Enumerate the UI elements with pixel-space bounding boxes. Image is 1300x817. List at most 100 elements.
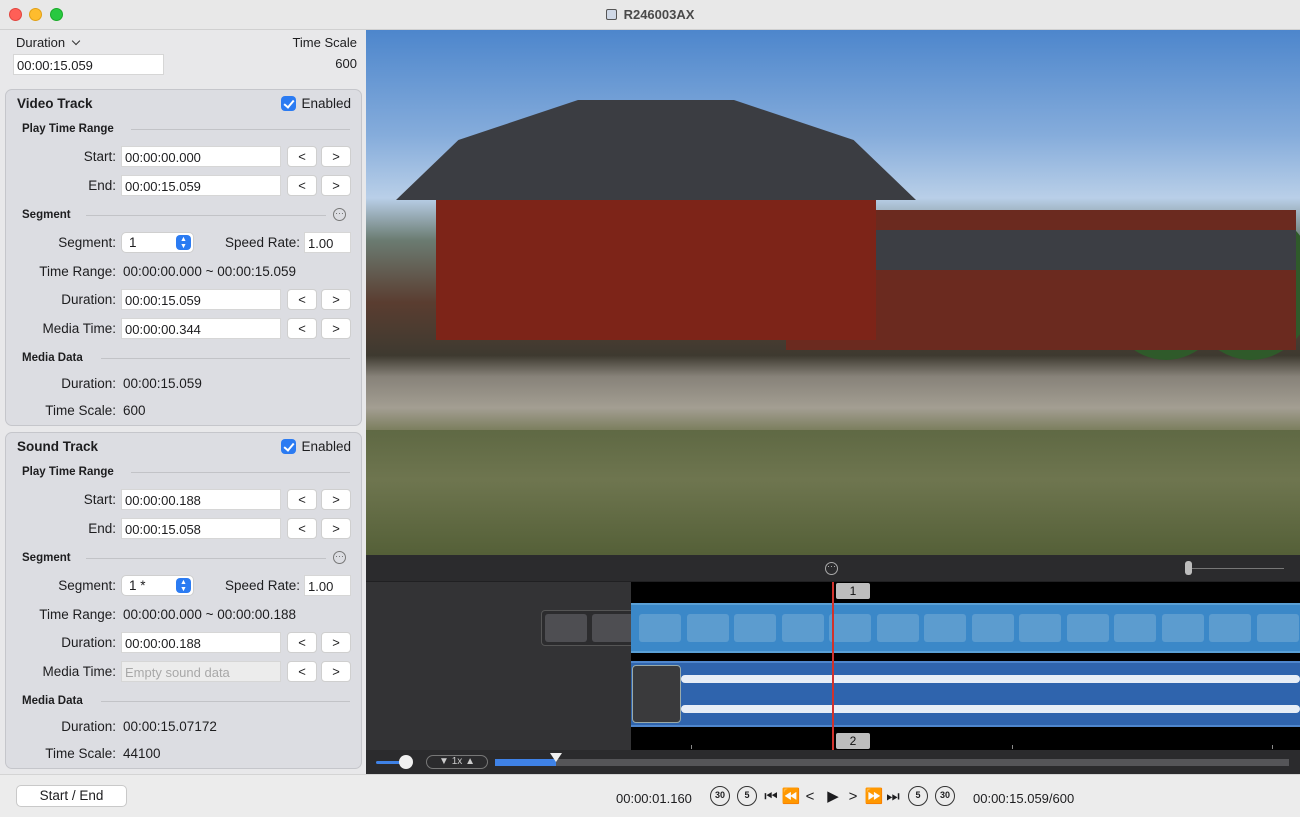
sound-end-prev-button[interactable]: < xyxy=(287,518,317,539)
skip-forward-5-icon[interactable]: 5 xyxy=(908,786,928,806)
segment-marker-1[interactable]: 1 xyxy=(836,583,870,599)
sound-end-next-button[interactable]: > xyxy=(321,518,351,539)
stepper-arrows-icon[interactable]: ▲ ▼ xyxy=(176,235,191,250)
audio-clip-thumbnail[interactable] xyxy=(632,665,681,723)
tick xyxy=(1012,745,1013,749)
video-duration-next-button[interactable]: > xyxy=(321,289,351,310)
title-bar: R246003AX xyxy=(0,0,1300,30)
video-frame xyxy=(1256,614,1299,642)
sound-duration-field[interactable]: 00:00:00.188 xyxy=(121,632,281,653)
video-media-time-prev-button[interactable]: < xyxy=(287,318,317,339)
video-track-box: Video Track Enabled Play Time Range Star… xyxy=(5,89,362,426)
progress-fill xyxy=(495,759,557,766)
progress-track[interactable] xyxy=(495,759,1289,766)
video-speed-rate-field[interactable]: 1.00 xyxy=(304,232,351,253)
video-segment-label: Segment: xyxy=(58,235,116,250)
skip-forward-30-icon[interactable]: 30 xyxy=(935,786,955,806)
video-end-field[interactable]: 00:00:15.059 xyxy=(121,175,281,196)
sound-media-time-prev-button[interactable]: < xyxy=(287,661,317,682)
video-duration-prev-button[interactable]: < xyxy=(287,289,317,310)
audio-track-lane[interactable] xyxy=(631,661,1300,727)
video-frame xyxy=(545,614,587,642)
rate-up-icon[interactable]: ▲ xyxy=(465,756,475,767)
video-speed-rate-label: Speed Rate: xyxy=(224,235,300,250)
sound-start-field[interactable]: 00:00:00.188 xyxy=(121,489,281,510)
video-segment-header: Segment xyxy=(22,209,71,221)
video-play-time-range-header: Play Time Range xyxy=(22,123,114,135)
volume-knob-icon[interactable] xyxy=(399,755,413,769)
sound-speed-rate-field[interactable]: 1.00 xyxy=(304,575,351,596)
sound-duration-next-button[interactable]: > xyxy=(321,632,351,653)
progress-knob-icon[interactable] xyxy=(550,753,563,762)
video-frame xyxy=(876,614,919,642)
sound-end-field[interactable]: 00:00:15.058 xyxy=(121,518,281,539)
step-forward-icon[interactable]: > xyxy=(846,786,860,808)
fast-forward-icon[interactable]: ⏩ xyxy=(864,786,884,808)
video-media-time-next-button[interactable]: > xyxy=(321,318,351,339)
sound-duration-label: Duration: xyxy=(61,635,116,650)
video-media-time-field[interactable]: 00:00:00.344 xyxy=(121,318,281,339)
video-frame xyxy=(1019,614,1061,642)
video-frame xyxy=(592,614,634,642)
stepper-arrows-icon[interactable]: ▲ ▼ xyxy=(176,578,191,593)
video-media-data-header: Media Data xyxy=(22,352,83,364)
video-md-time-scale-label: Time Scale: xyxy=(45,403,116,418)
window-title: R246003AX xyxy=(0,7,1300,22)
step-back-icon[interactable]: < xyxy=(803,786,817,808)
segment-marker-2[interactable]: 2 xyxy=(836,733,870,749)
time-scale-label: Time Scale xyxy=(292,35,357,50)
play-icon[interactable]: ▶ xyxy=(825,786,841,808)
playhead-icon[interactable] xyxy=(832,582,834,750)
video-duration-field[interactable]: 00:00:15.059 xyxy=(121,289,281,310)
video-time-range-label: Time Range: xyxy=(39,264,116,279)
sound-time-range-label: Time Range: xyxy=(39,607,116,622)
more-icon[interactable]: ··· xyxy=(825,562,838,575)
video-end-next-button[interactable]: > xyxy=(321,175,351,196)
audio-waveform-bottom xyxy=(681,705,1300,713)
sound-media-data-header: Media Data xyxy=(22,695,83,707)
divider xyxy=(101,701,350,702)
playback-rate-control[interactable]: ▼ 1x ▲ xyxy=(426,755,488,769)
video-segment-stepper[interactable]: 1 ▲ ▼ xyxy=(121,232,194,253)
video-frame xyxy=(1161,614,1204,642)
start-end-button[interactable]: Start / End xyxy=(16,785,127,807)
sound-time-range-value: 00:00:00.000 ~ 00:00:00.188 xyxy=(123,607,297,622)
chevron-down-icon xyxy=(71,36,81,46)
time-scale-value: 600 xyxy=(335,56,357,71)
timeline[interactable]: ··· 1 2 ▼ 1x ▲ xyxy=(366,555,1300,774)
sound-md-duration-label: Duration: xyxy=(61,719,116,734)
video-start-next-button[interactable]: > xyxy=(321,146,351,167)
sound-enabled-checkbox[interactable]: Enabled xyxy=(281,439,351,454)
rate-down-icon[interactable]: ▼ xyxy=(439,756,449,767)
video-time-range-value: 00:00:00.000 ~ 00:00:15.059 xyxy=(123,264,297,279)
more-icon[interactable]: ··· xyxy=(333,208,346,221)
temple-roof-shape xyxy=(396,100,916,200)
go-to-start-icon[interactable]: ⏮ xyxy=(764,786,778,808)
zoom-slider-track[interactable] xyxy=(1188,568,1284,569)
video-start-prev-button[interactable]: < xyxy=(287,146,317,167)
video-track-title: Video Track xyxy=(17,96,93,111)
video-end-prev-button[interactable]: < xyxy=(287,175,317,196)
sound-start-next-button[interactable]: > xyxy=(321,489,351,510)
inspector-panel: Duration 00:00:15.059 Time Scale 600 Vid… xyxy=(0,30,366,774)
rewind-icon[interactable]: ⏪ xyxy=(781,786,801,808)
sound-segment-stepper[interactable]: 1 * ▲ ▼ xyxy=(121,575,194,596)
sound-duration-prev-button[interactable]: < xyxy=(287,632,317,653)
tick xyxy=(691,745,692,749)
duration-popup[interactable]: Duration xyxy=(16,35,81,50)
sound-speed-rate-label: Speed Rate: xyxy=(224,578,300,593)
video-enabled-checkbox[interactable]: Enabled xyxy=(281,96,351,111)
sound-media-time-next-button[interactable]: > xyxy=(321,661,351,682)
zoom-slider-knob[interactable] xyxy=(1185,561,1192,575)
video-preview[interactable] xyxy=(366,30,1300,555)
video-frame xyxy=(734,614,776,642)
skip-back-5-icon[interactable]: 5 xyxy=(737,786,757,806)
duration-field[interactable]: 00:00:15.059 xyxy=(13,54,164,75)
skip-back-30-icon[interactable]: 30 xyxy=(710,786,730,806)
sound-start-prev-button[interactable]: < xyxy=(287,489,317,510)
video-start-field[interactable]: 00:00:00.000 xyxy=(121,146,281,167)
more-icon[interactable]: ··· xyxy=(333,551,346,564)
video-frame xyxy=(924,614,966,642)
sound-segment-label: Segment: xyxy=(58,578,116,593)
go-to-end-icon[interactable]: ⏭ xyxy=(886,786,900,808)
